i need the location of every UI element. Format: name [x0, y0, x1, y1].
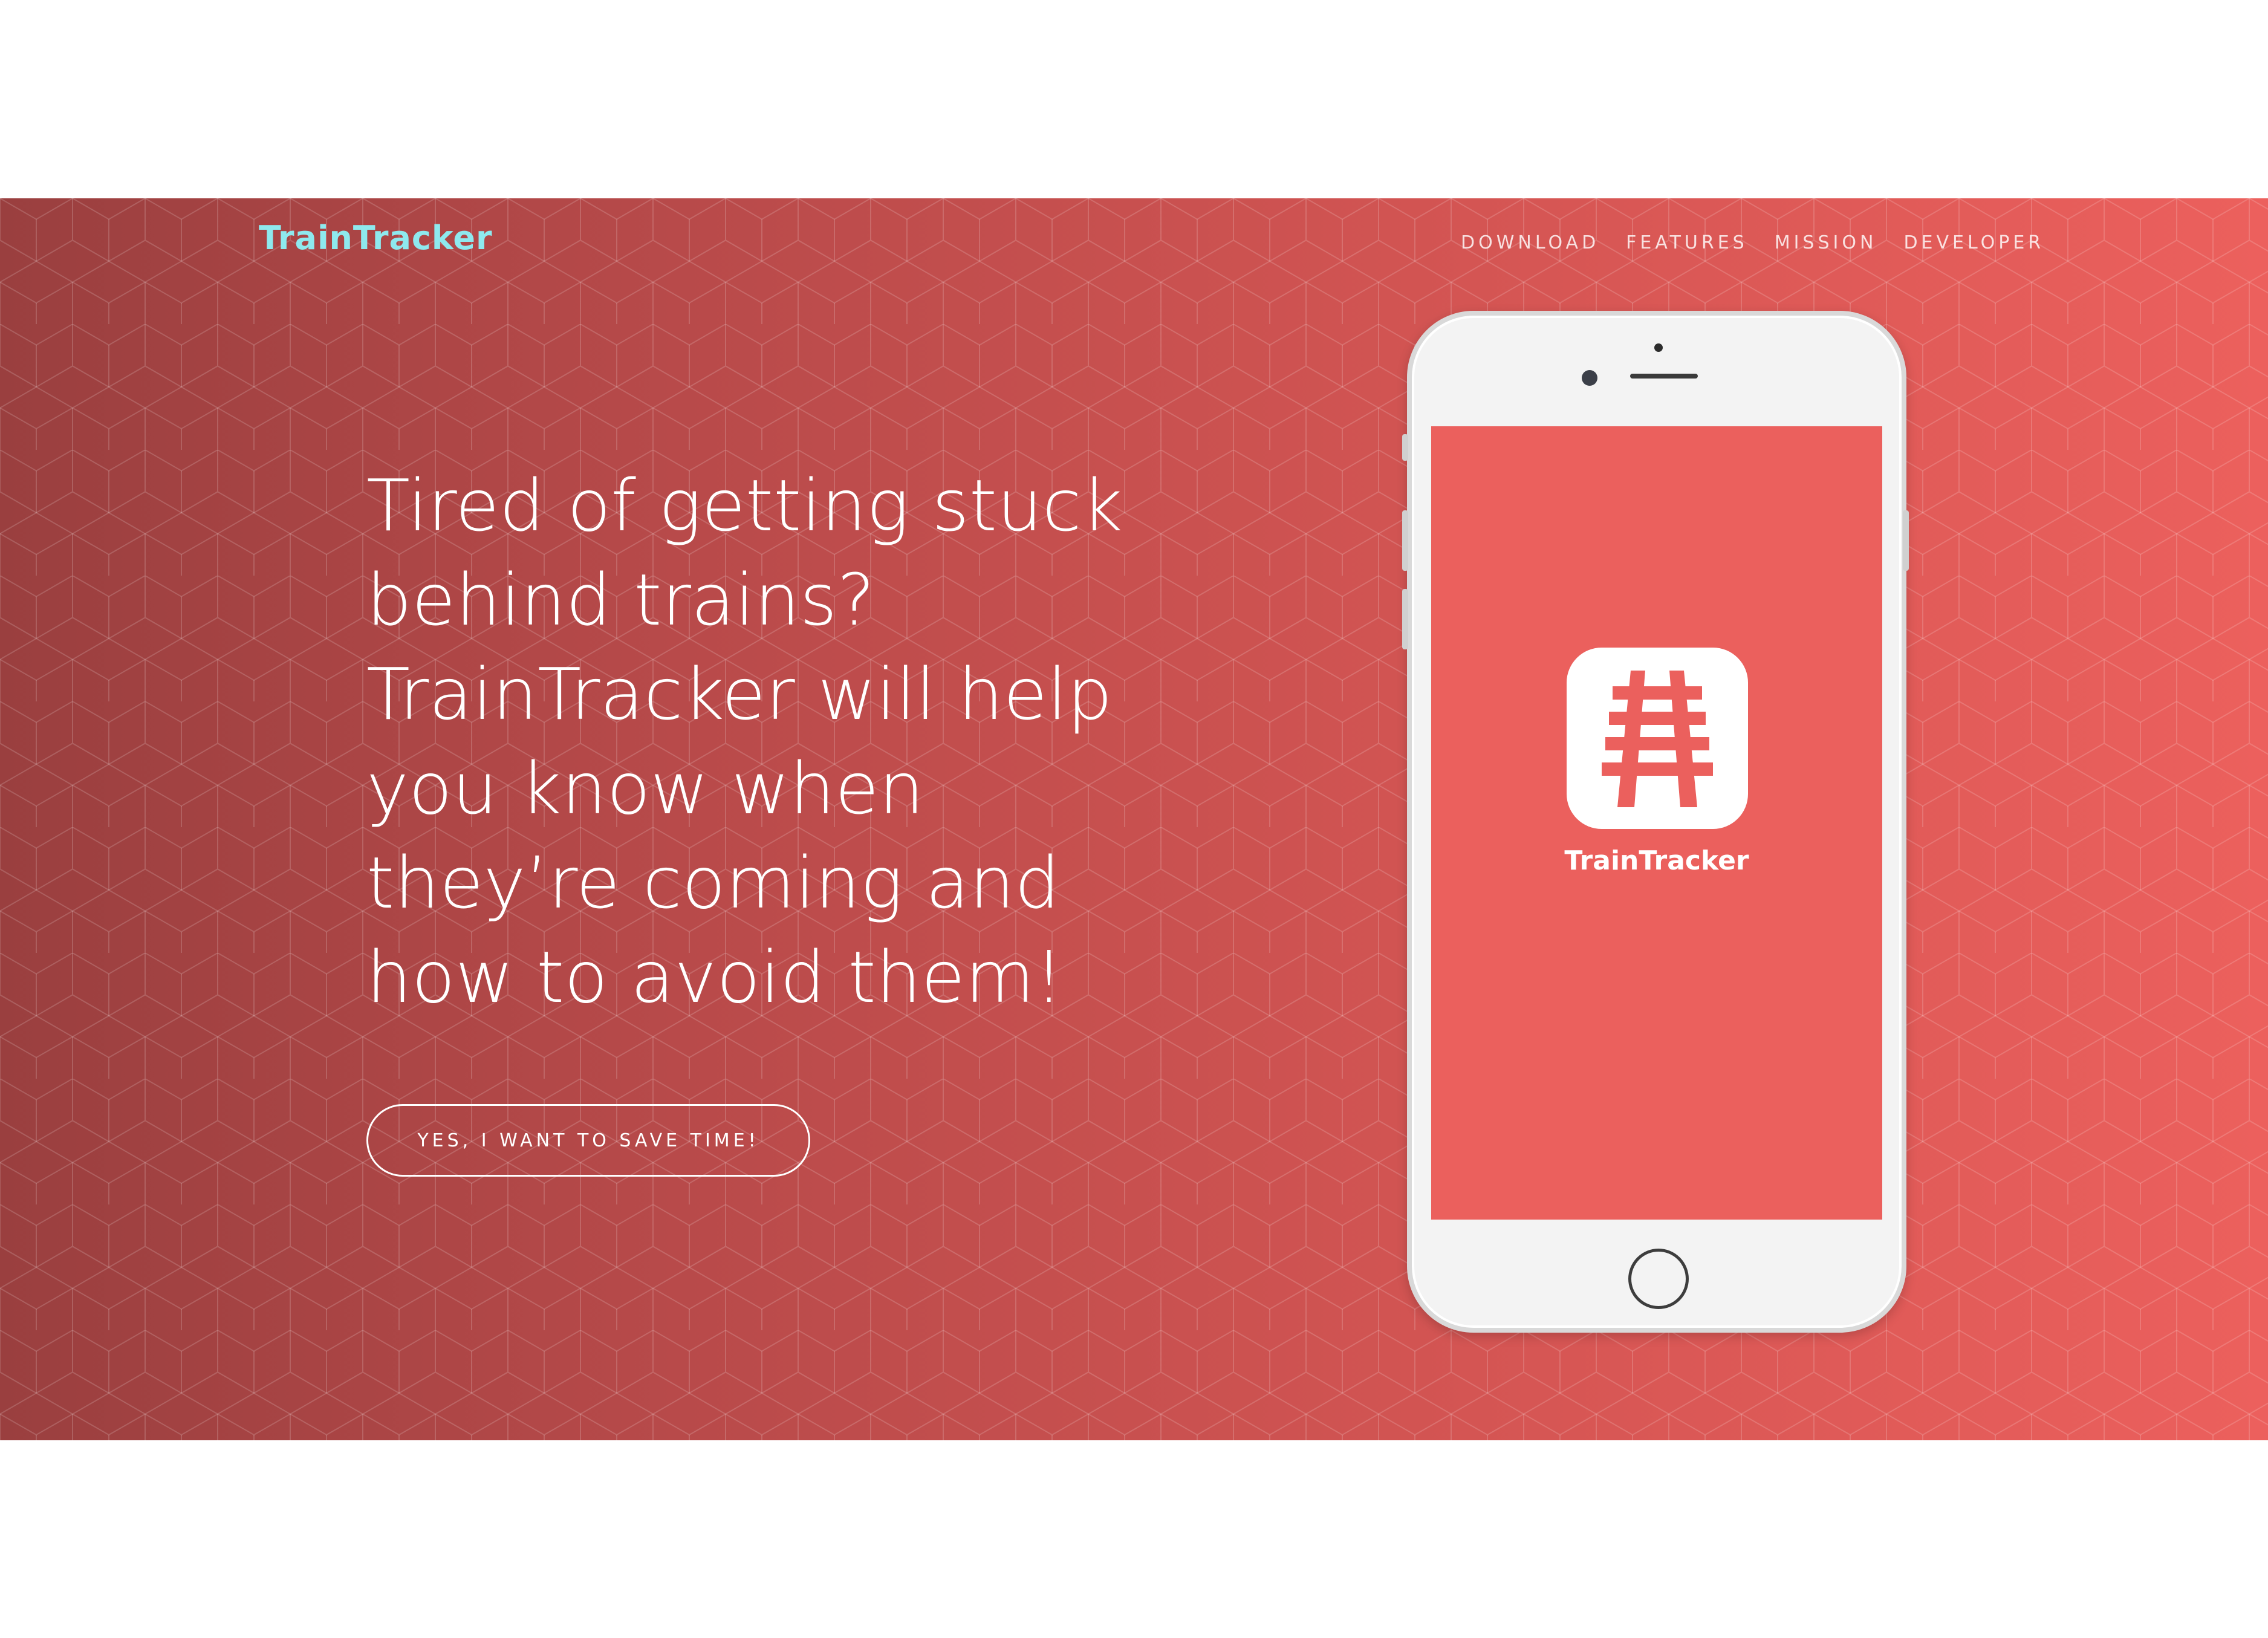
- phone-camera: [1582, 370, 1597, 386]
- phone-screen: TrainTracker: [1431, 426, 1882, 1220]
- save-time-cta-button[interactable]: YES, I WANT TO SAVE TIME!: [366, 1104, 810, 1177]
- phone-sensor: [1654, 343, 1663, 352]
- phone-side-button: [1903, 510, 1909, 571]
- hero-headline: Tired of getting stuck behind trains? Tr…: [366, 464, 1123, 1019]
- nav-link-download[interactable]: DOWNLOAD: [1461, 232, 1599, 253]
- phone-speaker: [1630, 374, 1698, 379]
- nav-link-mission[interactable]: MISSION: [1775, 232, 1877, 253]
- landing-page: TrainTracker DOWNLOAD FEATURES MISSION D…: [0, 0, 2268, 1638]
- phone-side-button: [1402, 434, 1408, 461]
- nav-link-developer[interactable]: DEVELOPER: [1903, 232, 2044, 253]
- top-navigation: DOWNLOAD FEATURES MISSION DEVELOPER: [1461, 232, 2044, 253]
- brand-logo[interactable]: TrainTracker: [259, 219, 493, 257]
- railroad-tracks-icon[interactable]: [1567, 648, 1748, 829]
- nav-link-features[interactable]: FEATURES: [1626, 232, 1748, 253]
- phone-side-button: [1402, 589, 1408, 649]
- phone-side-button: [1402, 510, 1408, 571]
- phone-home-button[interactable]: [1628, 1249, 1689, 1309]
- phone-mockup: TrainTracker: [1402, 311, 1909, 1333]
- app-name-label: TrainTracker: [1564, 845, 1749, 876]
- hero-section: TrainTracker DOWNLOAD FEATURES MISSION D…: [0, 198, 2268, 1440]
